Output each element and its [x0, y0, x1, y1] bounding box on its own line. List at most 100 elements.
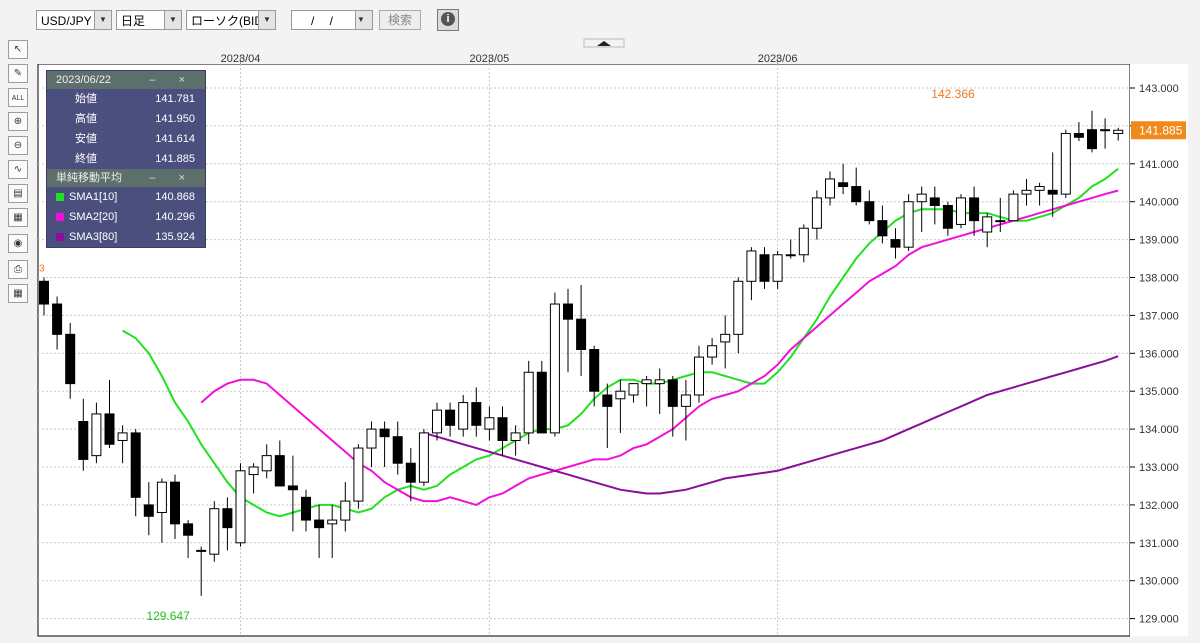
candle-body[interactable] [549, 303, 560, 434]
candle-body[interactable] [52, 303, 63, 335]
candle-body[interactable] [1008, 193, 1019, 222]
candle-body[interactable] [196, 549, 207, 552]
ohlc-panel-header: 2023/06/22 – × [47, 71, 205, 89]
candle-body[interactable] [916, 193, 927, 203]
candle-body[interactable] [484, 417, 495, 430]
price-tick-label: 141.000 [1139, 159, 1179, 171]
ohlc-info-panel[interactable]: 2023/06/22 – × 始値 141.781 高値 141.950 安値 141.61… [46, 70, 206, 248]
candle-body[interactable] [942, 204, 953, 229]
candle-body[interactable] [1060, 132, 1071, 195]
candle-body[interactable] [104, 413, 115, 445]
candle-body[interactable] [314, 519, 325, 529]
candle-body[interactable] [445, 409, 456, 426]
price-tick-label: 136.000 [1139, 348, 1179, 360]
candle-body[interactable] [418, 432, 429, 483]
candle-body[interactable] [772, 254, 783, 282]
candle-body[interactable] [392, 436, 403, 464]
candle-body[interactable] [929, 197, 940, 206]
candle-body[interactable] [982, 216, 993, 233]
sma-color-swatch [56, 233, 64, 241]
candle-body[interactable] [785, 254, 796, 257]
candle-body[interactable] [602, 394, 613, 407]
candle-body[interactable] [628, 383, 639, 396]
candle-body[interactable] [1021, 189, 1032, 195]
candle-body[interactable] [340, 500, 351, 521]
sma-row[interactable]: SMA3[80] 135.924 [47, 227, 205, 247]
candle-body[interactable] [379, 428, 390, 438]
candle-body[interactable] [654, 379, 665, 385]
candle-body[interactable] [471, 402, 482, 426]
ohlc-value: 141.950 [155, 113, 195, 125]
candle-body[interactable] [969, 197, 980, 222]
candle-body[interactable] [1073, 132, 1084, 138]
candle-body[interactable] [667, 379, 678, 407]
candle-body[interactable] [78, 421, 89, 460]
candle-body[interactable] [458, 402, 469, 430]
candle-body[interactable] [327, 519, 338, 525]
candle-body[interactable] [694, 356, 704, 396]
candle-body[interactable] [156, 481, 167, 513]
candle-body[interactable] [143, 504, 154, 517]
candle-body[interactable] [65, 333, 76, 385]
candle-body[interactable] [130, 432, 141, 498]
candle-body[interactable] [641, 379, 652, 385]
sma-row[interactable]: SMA1[10] 140.868 [47, 187, 205, 207]
candle-body[interactable] [615, 390, 626, 400]
candle-body[interactable] [287, 485, 298, 491]
price-tick-label: 137.000 [1139, 310, 1179, 322]
sma-panel-title: 単純移動平均 [56, 172, 122, 184]
candle-body[interactable] [890, 239, 901, 248]
candle-body[interactable] [497, 417, 508, 441]
candle-body[interactable] [877, 220, 888, 237]
candle-body[interactable] [91, 413, 102, 457]
candle-body[interactable] [405, 462, 416, 483]
candle-body[interactable] [851, 186, 862, 203]
candle-body[interactable] [261, 455, 272, 472]
sma-row[interactable]: SMA2[20] 140.296 [47, 207, 205, 227]
candle-body[interactable] [995, 220, 1006, 223]
sma-panel-controls[interactable]: – × [149, 169, 195, 187]
candle-body[interactable] [432, 409, 442, 434]
candle-body[interactable] [235, 470, 246, 544]
candle-body[interactable] [117, 432, 128, 441]
candle-body[interactable] [523, 371, 534, 434]
candle-body[interactable] [1047, 189, 1058, 195]
candle-body[interactable] [248, 466, 259, 476]
candle-body[interactable] [798, 227, 809, 256]
candle-body[interactable] [1087, 129, 1097, 150]
candle-body[interactable] [170, 481, 180, 525]
candle-body[interactable] [576, 318, 587, 351]
candle-body[interactable] [956, 197, 966, 225]
candle-body[interactable] [209, 508, 220, 555]
candle-body[interactable] [563, 303, 573, 320]
candle-body[interactable] [1034, 186, 1045, 191]
candle-body[interactable] [274, 455, 285, 487]
candle-body[interactable] [825, 178, 835, 199]
candle-body[interactable] [733, 280, 744, 335]
candle-body[interactable] [811, 197, 822, 229]
candle-body[interactable] [301, 496, 311, 521]
price-tick-label: 132.000 [1139, 500, 1179, 512]
candle-body[interactable] [680, 394, 691, 407]
candle-body[interactable] [746, 250, 757, 282]
candle-body[interactable] [1100, 129, 1111, 132]
candle-body[interactable] [183, 523, 194, 536]
candle-body[interactable] [510, 432, 521, 441]
candle-body[interactable] [39, 280, 49, 305]
candle-body[interactable] [707, 345, 718, 358]
candle-body[interactable] [838, 182, 849, 188]
candle-body[interactable] [222, 508, 233, 529]
candle-body[interactable] [366, 428, 377, 449]
candle-body[interactable] [536, 371, 547, 434]
candle-body[interactable] [589, 349, 600, 392]
candle-body[interactable] [759, 254, 770, 282]
candle-body[interactable] [720, 333, 731, 343]
candle-body[interactable] [903, 201, 914, 248]
candle-body[interactable] [353, 447, 364, 502]
price-tick-label: 129.000 [1139, 614, 1179, 626]
candle-body[interactable] [864, 201, 875, 222]
price-tick-label: 130.000 [1139, 576, 1179, 588]
price-tick-label: 140.000 [1139, 197, 1179, 209]
candle-body[interactable] [1113, 129, 1124, 134]
ohlc-panel-controls[interactable]: – × [149, 71, 195, 89]
